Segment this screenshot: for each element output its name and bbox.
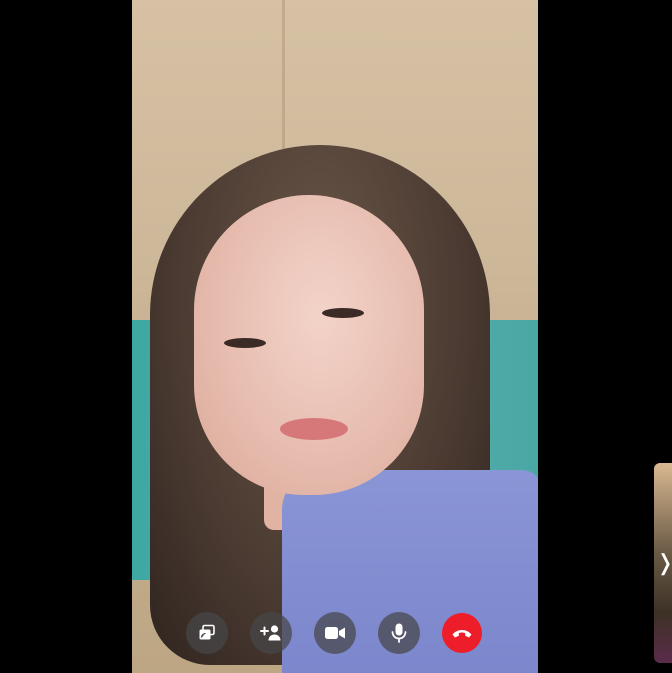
remote-video-feed[interactable] [132,0,538,673]
add-person-icon [260,625,281,641]
video-subject-eye [224,338,266,348]
chevron-right-icon[interactable]: ❭ [656,549,672,577]
video-call-screen: ❭ [0,0,672,673]
add-person-button[interactable] [250,612,292,654]
video-subject-lips [280,418,348,440]
video-subject-eye [322,308,364,318]
microphone-icon [391,623,407,643]
video-toggle-button[interactable] [314,612,356,654]
end-call-icon [452,630,472,638]
participant-preview-thumbnail[interactable]: ❭ [654,463,672,663]
end-call-button[interactable] [442,613,482,653]
video-camera-icon [325,627,345,639]
mute-microphone-button[interactable] [378,612,420,654]
call-controls-bar [186,612,484,654]
screen-share-icon [199,624,215,640]
share-screen-button[interactable] [186,612,228,654]
